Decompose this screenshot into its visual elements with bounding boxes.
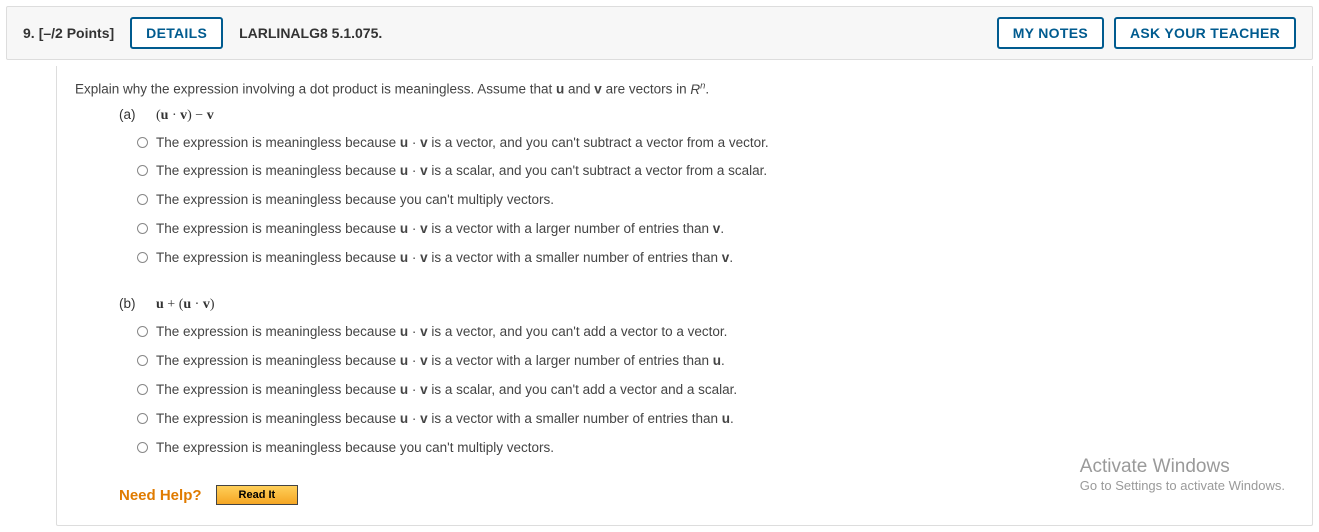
option-row[interactable]: The expression is meaningless because u … [137, 381, 1294, 400]
option-text: The expression is meaningless because yo… [156, 191, 554, 210]
option-text: The expression is meaningless because u … [156, 134, 769, 153]
question-header: 9. [–/2 Points] DETAILS LARLINALG8 5.1.0… [6, 6, 1313, 60]
windows-activation-watermark: Activate Windows Go to Settings to activ… [1080, 456, 1285, 493]
radio-icon[interactable] [137, 442, 148, 453]
option-text: The expression is meaningless because u … [156, 220, 724, 239]
option-row[interactable]: The expression is meaningless because u … [137, 352, 1294, 371]
option-text: The expression is meaningless because u … [156, 249, 733, 268]
radio-icon[interactable] [137, 223, 148, 234]
prompt-v: v [594, 82, 602, 97]
option-row[interactable]: The expression is meaningless because u … [137, 162, 1294, 181]
question-prompt: Explain why the expression involving a d… [75, 80, 1294, 97]
option-row[interactable]: The expression is meaningless because u … [137, 134, 1294, 153]
question-part: (a) (u · v) − v The expression is meaning… [119, 107, 1294, 268]
watermark-line1: Activate Windows [1080, 456, 1285, 478]
part-header: (a) (u · v) − v [119, 107, 1294, 124]
part-expression: (u · v) − v [149, 108, 214, 123]
radio-icon[interactable] [137, 194, 148, 205]
option-row[interactable]: The expression is meaningless because u … [137, 249, 1294, 268]
option-row[interactable]: The expression is meaningless because yo… [137, 191, 1294, 210]
options-list: The expression is meaningless because u … [119, 323, 1294, 457]
option-row[interactable]: The expression is meaningless because u … [137, 220, 1294, 239]
prompt-post1: are vectors in [602, 82, 691, 97]
my-notes-button[interactable]: MY NOTES [997, 17, 1104, 49]
radio-icon[interactable] [137, 252, 148, 263]
option-text: The expression is meaningless because u … [156, 381, 737, 400]
radio-icon[interactable] [137, 326, 148, 337]
ask-teacher-button[interactable]: ASK YOUR TEACHER [1114, 17, 1296, 49]
qnum-text: 9. [23, 25, 35, 41]
radio-icon[interactable] [137, 384, 148, 395]
points-text: [–/2 Points] [39, 25, 114, 41]
book-ref: LARLINALG8 5.1.075. [239, 25, 382, 41]
header-left: 9. [–/2 Points] DETAILS LARLINALG8 5.1.0… [23, 17, 382, 49]
details-button[interactable]: DETAILS [130, 17, 223, 49]
prompt-post2: . [705, 82, 709, 97]
read-it-button[interactable]: Read It [216, 485, 299, 505]
prompt-pre: Explain why the expression involving a d… [75, 82, 556, 97]
option-text: The expression is meaningless because u … [156, 352, 725, 371]
part-expression: u + (u · v) [149, 297, 215, 312]
option-text: The expression is meaningless because u … [156, 323, 727, 342]
option-text: The expression is meaningless because yo… [156, 439, 554, 458]
prompt-mid: and [564, 82, 594, 97]
option-text: The expression is meaningless because u … [156, 410, 734, 429]
options-list: The expression is meaningless because u … [119, 134, 1294, 268]
header-right: MY NOTES ASK YOUR TEACHER [997, 17, 1296, 49]
part-label: (b) [119, 296, 149, 311]
option-row[interactable]: The expression is meaningless because u … [137, 410, 1294, 429]
radio-icon[interactable] [137, 413, 148, 424]
question-part: (b) u + (u · v) The expression is meaning… [119, 296, 1294, 457]
radio-icon[interactable] [137, 137, 148, 148]
radio-icon[interactable] [137, 355, 148, 366]
part-header: (b) u + (u · v) [119, 296, 1294, 313]
prompt-space-base: R [690, 82, 700, 97]
option-row[interactable]: The expression is meaningless because u … [137, 323, 1294, 342]
option-text: The expression is meaningless because u … [156, 162, 767, 181]
radio-icon[interactable] [137, 165, 148, 176]
watermark-line2: Go to Settings to activate Windows. [1080, 478, 1285, 493]
part-label: (a) [119, 107, 149, 122]
option-row[interactable]: The expression is meaningless because yo… [137, 439, 1294, 458]
need-help-label: Need Help? [119, 487, 202, 504]
question-number: 9. [–/2 Points] [23, 25, 114, 41]
